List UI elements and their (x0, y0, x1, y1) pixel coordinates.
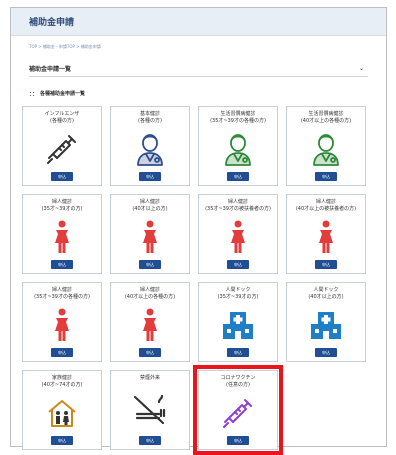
woman-icon (287, 213, 365, 260)
syringe-icon (23, 125, 101, 172)
apply-button[interactable]: 申込 (139, 436, 161, 445)
list-dropdown[interactable]: 補助金申請一覧 ⌄ (29, 60, 368, 77)
subsidy-card[interactable]: 人間ドック (40才以上の方) 申込 (286, 282, 366, 362)
section-heading: 各種補助金申請一覧 (29, 90, 386, 97)
apply-button[interactable]: 申込 (51, 172, 73, 181)
woman-icon (23, 301, 101, 348)
card-subtitle: (35才~39才の被扶養者の方) (205, 206, 271, 212)
subsidy-card[interactable]: 婦人健診 (40才以上の方) 申込 (110, 194, 190, 274)
dropdown-label: 補助金申請一覧 (29, 65, 72, 73)
card-title: 禁煙外来 (139, 375, 160, 381)
woman-icon (111, 213, 189, 260)
card-title: 婦人健診 (139, 287, 160, 293)
subsidy-card[interactable]: 人間ドック (35才~39才の方) 申込 (198, 282, 278, 362)
card-subtitle: (40才~74才の方) (41, 382, 83, 388)
apply-button[interactable]: 申込 (51, 348, 73, 357)
card-subtitle: (任意の方) (226, 382, 250, 388)
card-title: 婦人健診 (51, 287, 72, 293)
breadcrumb[interactable]: TOP > 補助金・申請TOP > 補助金申請 (11, 36, 386, 54)
card-subtitle: (各種の方) (138, 118, 162, 124)
card-title: 人間ドック (313, 287, 339, 293)
apply-button[interactable]: 申込 (227, 260, 249, 269)
subsidy-card[interactable]: インフルエンザ (各種の方) 申込 (22, 106, 102, 186)
apply-button[interactable]: 申込 (139, 260, 161, 269)
hospital-icon (287, 301, 365, 348)
hospital-icon (199, 301, 277, 348)
card-title: 婦人健診 (139, 199, 160, 205)
card-subtitle: (40才以上の各種の方) (300, 118, 352, 124)
card-title: 婦人健診 (227, 199, 248, 205)
no-smoking-icon (111, 382, 189, 436)
apply-button[interactable]: 申込 (51, 260, 73, 269)
card-title: 人間ドック (225, 287, 251, 293)
subsidy-card[interactable]: 婦人健診 (35才~39才の各種の方) 申込 (22, 282, 102, 362)
apply-button[interactable]: 申込 (315, 172, 337, 181)
apply-button[interactable]: 申込 (315, 348, 337, 357)
card-title: 婦人健診 (51, 199, 72, 205)
apply-button[interactable]: 申込 (315, 260, 337, 269)
card-title: 婦人健診 (315, 199, 336, 205)
section-title: 各種補助金申請一覧 (40, 91, 86, 97)
family-house-icon (23, 389, 101, 436)
woman-icon (111, 301, 189, 348)
subsidy-card[interactable]: 禁煙外来 申込 (110, 370, 190, 450)
apply-button[interactable]: 申込 (227, 348, 249, 357)
card-subtitle: (35才~39才の方) (217, 294, 259, 300)
apply-button[interactable]: 申込 (51, 436, 73, 445)
woman-icon (199, 213, 277, 260)
card-subtitle: (35才~39才の各種の方) (34, 294, 90, 300)
subsidy-card[interactable]: 婦人健診 (40才以上の被扶養者の方) 申込 (286, 194, 366, 274)
apply-button[interactable]: 申込 (139, 348, 161, 357)
card-subtitle: (40才以上の各種の方) (124, 294, 176, 300)
subsidy-card[interactable]: 生活習慣病健診 (40才以上の各種の方) 申込 (286, 106, 366, 186)
card-title: コロナワクチン (220, 375, 256, 381)
card-title: 家族健診 (51, 375, 72, 381)
subsidy-card[interactable]: 婦人健診 (40才以上の各種の方) 申込 (110, 282, 190, 362)
chevron-down-icon: ⌄ (358, 64, 364, 72)
subsidy-card-grid: インフルエンザ (各種の方) 申込 基本健診 (各種の方) 申込 生活習慣病健診 (35才… (22, 106, 366, 455)
subsidy-card[interactable]: コロナワクチン (任意の方) 申込 (193, 365, 283, 455)
subsidy-card[interactable]: 生活習慣病健診 (35才~39才の各種の方) 申込 (198, 106, 278, 186)
card-title: 生活習慣病健診 (220, 111, 256, 117)
doctor-icon (287, 125, 365, 172)
apply-button[interactable]: 申込 (139, 172, 161, 181)
card-subtitle: (35才~39才の各種の方) (210, 118, 266, 124)
card-subtitle: (40才以上の方) (132, 206, 168, 212)
card-title: 生活習慣病健診 (308, 111, 344, 117)
card-subtitle: (35才~39才の方) (41, 206, 83, 212)
syringe-icon (199, 389, 277, 436)
subsidy-card[interactable]: 基本健診 (各種の方) 申込 (110, 106, 190, 186)
page-title: 補助金申請 (29, 18, 75, 28)
apply-button[interactable]: 申込 (227, 436, 249, 445)
card-subtitle: (40才以上の被扶養者の方) (295, 206, 357, 212)
card-title: 基本健診 (139, 111, 160, 117)
apply-button[interactable]: 申込 (227, 172, 249, 181)
page-header: 補助金申請 (11, 8, 386, 36)
subsidy-card[interactable]: 婦人健診 (35才~39才の方) 申込 (22, 194, 102, 274)
subsidy-card[interactable]: 婦人健診 (35才~39才の被扶養者の方) 申込 (198, 194, 278, 274)
card-subtitle: (40才以上の方) (308, 294, 344, 300)
subsidy-card[interactable]: 家族健診 (40才~74才の方) 申込 (22, 370, 102, 450)
doctor-icon (111, 125, 189, 172)
doctor-icon (199, 125, 277, 172)
woman-icon (23, 213, 101, 260)
card-subtitle: (各種の方) (50, 118, 74, 124)
card-title: インフルエンザ (44, 111, 80, 117)
grid-icon (29, 90, 35, 97)
